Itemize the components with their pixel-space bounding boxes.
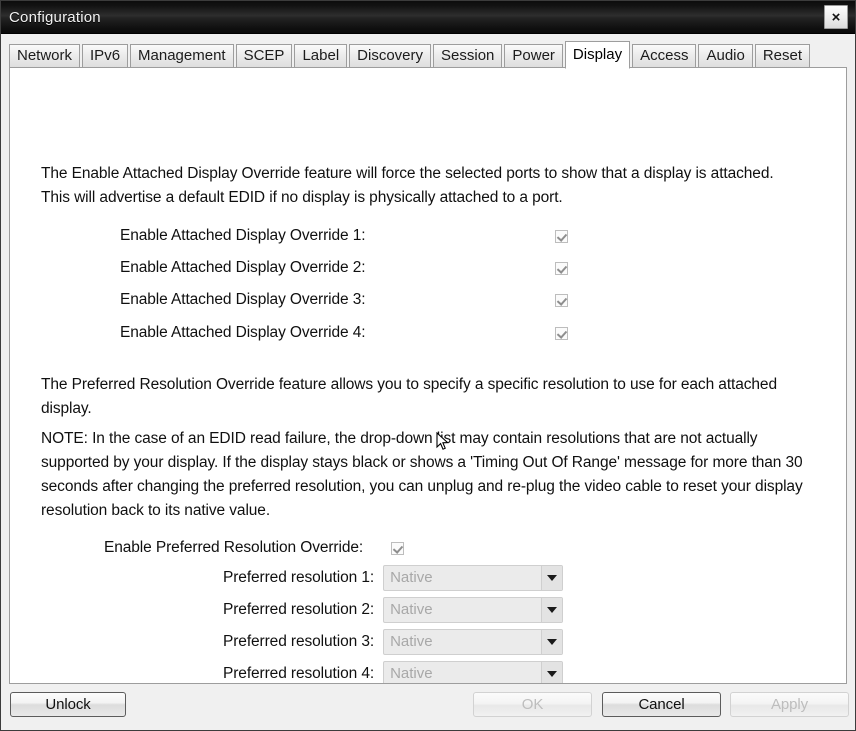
tab-management[interactable]: Management — [130, 44, 234, 68]
tab-scep[interactable]: SCEP — [235, 44, 293, 68]
configuration-window: Configuration × Network IPv6 Management … — [0, 0, 856, 731]
attached-override-row-2: Enable Attached Display Override 2: — [120, 259, 568, 277]
attached-override-label-2: Enable Attached Display Override 2: — [120, 259, 366, 276]
tab-access[interactable]: Access — [632, 44, 697, 68]
tab-discovery[interactable]: Discovery — [349, 44, 432, 68]
attached-override-row-3: Enable Attached Display Override 3: — [120, 291, 568, 309]
apply-button[interactable]: Apply — [730, 692, 849, 717]
button-bar: Unlock OK Cancel Apply — [1, 684, 855, 730]
preferred-override-toggle-row: Enable Preferred Resolution Override: — [104, 539, 405, 557]
attached-override-row-1: Enable Attached Display Override 1: — [120, 227, 568, 245]
tab-reset[interactable]: Reset — [754, 44, 811, 68]
chevron-down-icon[interactable] — [541, 566, 563, 590]
preferred-override-toggle-label: Enable Preferred Resolution Override: — [104, 539, 364, 556]
attached-override-row-4: Enable Attached Display Override 4: — [120, 324, 568, 342]
preferred-resolution-value-1: Native — [390, 569, 433, 586]
preferred-resolution-row-3: Preferred resolution 3: Native — [223, 629, 564, 655]
cancel-button[interactable]: Cancel — [602, 692, 721, 717]
preferred-resolution-label-4: Preferred resolution 4: — [223, 665, 375, 682]
preferred-resolution-value-2: Native — [390, 601, 433, 618]
preferred-override-checkbox[interactable] — [391, 541, 405, 555]
attached-override-checkbox-1[interactable] — [554, 229, 568, 243]
display-tab-panel: The Enable Attached Display Override fea… — [9, 67, 847, 684]
attached-override-checkbox-3[interactable] — [554, 293, 568, 307]
tab-display[interactable]: Display — [564, 41, 631, 69]
close-icon: × — [831, 8, 841, 26]
tab-session[interactable]: Session — [433, 44, 503, 68]
ok-button[interactable]: OK — [473, 692, 592, 717]
window-title: Configuration — [9, 8, 101, 26]
preferred-resolution-dropdown-2[interactable]: Native — [383, 597, 564, 623]
close-button[interactable]: × — [824, 5, 848, 29]
chevron-down-icon[interactable] — [541, 630, 563, 654]
tab-ipv6[interactable]: IPv6 — [82, 44, 129, 68]
preferred-resolution-dropdown-1[interactable]: Native — [383, 565, 564, 591]
preferred-resolution-dropdown-3[interactable]: Native — [383, 629, 564, 655]
tab-strip: Network IPv6 Management SCEP Label Disco… — [9, 40, 855, 69]
preferred-resolution-label-2: Preferred resolution 2: — [223, 601, 375, 618]
preferred-resolution-row-1: Preferred resolution 1: Native — [223, 565, 564, 591]
preferred-resolution-value-4: Native — [390, 665, 433, 682]
preferred-override-description: The Preferred Resolution Override featur… — [41, 376, 777, 417]
attached-override-label-3: Enable Attached Display Override 3: — [120, 291, 366, 308]
preferred-resolution-row-4: Preferred resolution 4: Native — [223, 661, 564, 683]
preferred-resolution-dropdown-4[interactable]: Native — [383, 661, 564, 683]
attached-override-label-1: Enable Attached Display Override 1: — [120, 227, 366, 244]
preferred-resolution-value-3: Native — [390, 633, 433, 650]
preferred-override-note: NOTE: In the case of an EDID read failur… — [41, 430, 803, 519]
tab-network[interactable]: Network — [9, 44, 81, 68]
preferred-resolution-label-3: Preferred resolution 3: — [223, 633, 375, 650]
tab-label[interactable]: Label — [294, 44, 348, 68]
chevron-down-icon[interactable] — [541, 598, 563, 622]
attached-override-description: The Enable Attached Display Override fea… — [41, 165, 774, 206]
attached-override-checkbox-4[interactable] — [554, 326, 568, 340]
tab-power[interactable]: Power — [504, 44, 563, 68]
preferred-resolution-row-2: Preferred resolution 2: Native — [223, 597, 564, 623]
attached-override-label-4: Enable Attached Display Override 4: — [120, 324, 366, 341]
title-bar: Configuration × — [1, 1, 855, 34]
unlock-button[interactable]: Unlock — [10, 692, 126, 717]
tab-audio[interactable]: Audio — [698, 44, 753, 68]
preferred-resolution-label-1: Preferred resolution 1: — [223, 569, 375, 586]
chevron-down-icon[interactable] — [541, 662, 563, 683]
attached-override-checkbox-2[interactable] — [554, 261, 568, 275]
